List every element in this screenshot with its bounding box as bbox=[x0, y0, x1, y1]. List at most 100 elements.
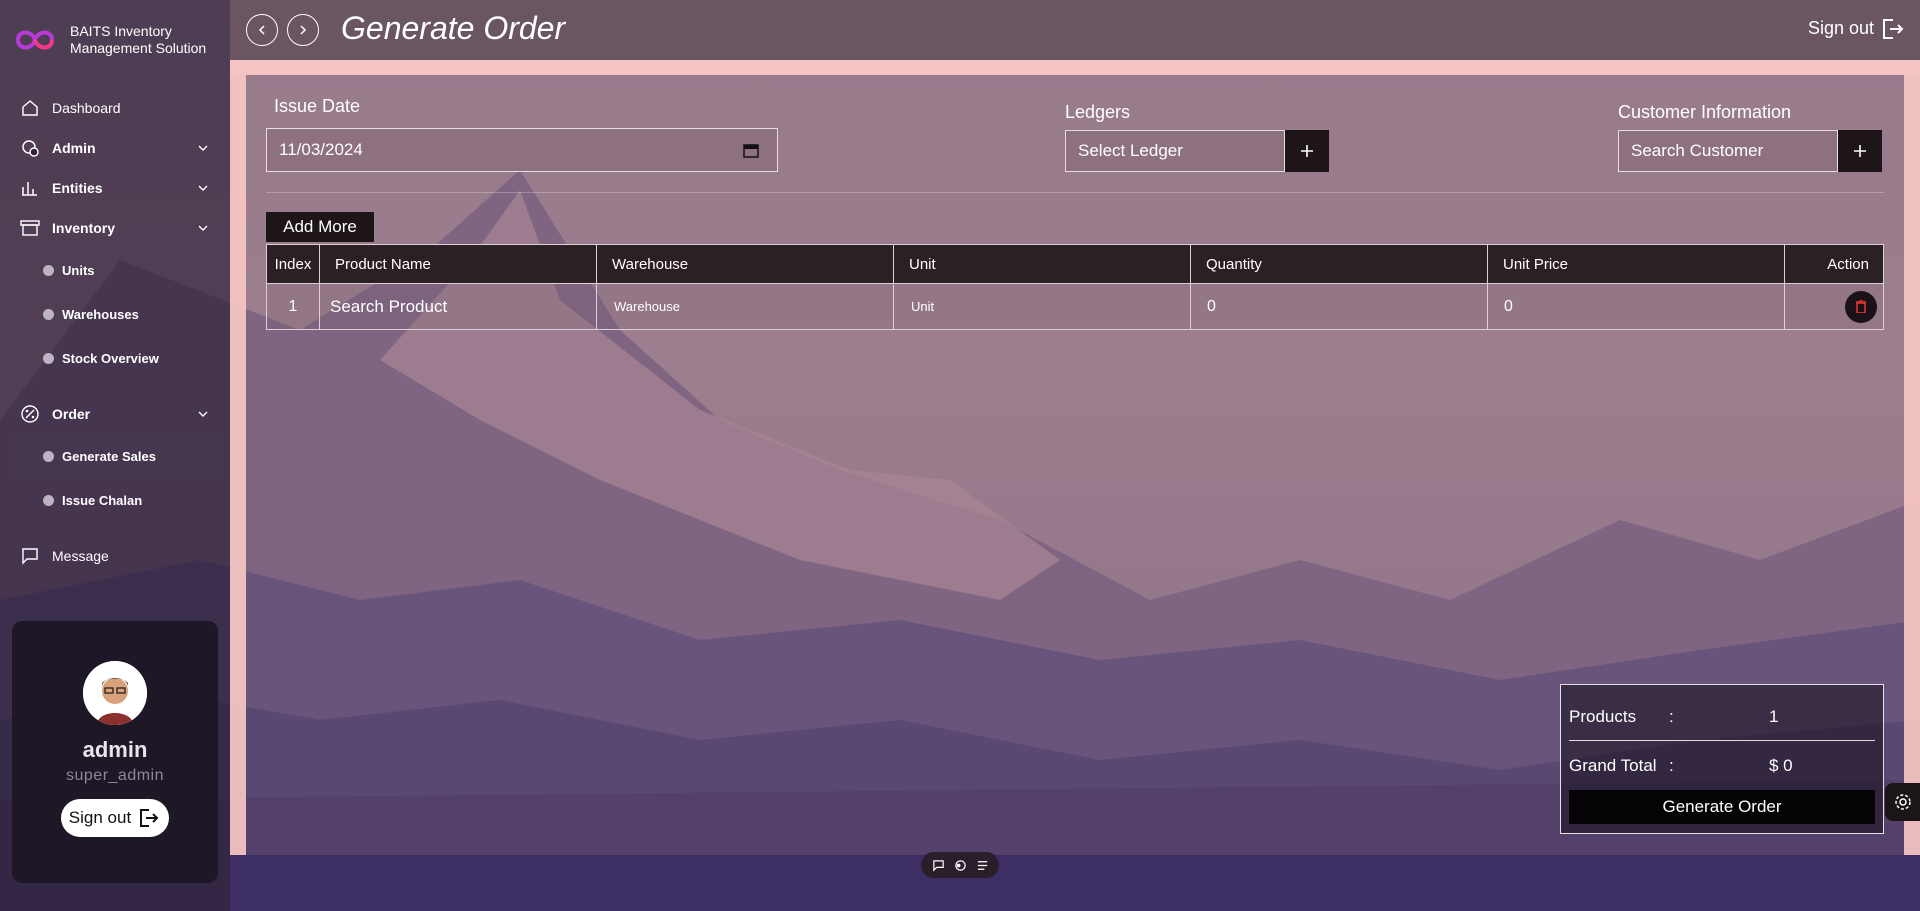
table-header-row: Index Product Name Warehouse Unit Quanti… bbox=[266, 244, 1884, 284]
summary-products-value: 1 bbox=[1769, 707, 1779, 726]
sidebar-subitem-stock-overview[interactable]: Stock Overview bbox=[10, 336, 220, 380]
content-frame-left bbox=[230, 60, 246, 855]
unit-price-input[interactable]: 0 bbox=[1487, 283, 1785, 330]
sidebar-subitem-issue-chalan[interactable]: Issue Chalan bbox=[10, 478, 220, 522]
chevron-down-icon bbox=[198, 185, 208, 191]
bullet-dot-icon bbox=[43, 450, 54, 462]
percent-badge-icon bbox=[20, 404, 40, 424]
header-signout-button[interactable]: Sign out bbox=[1808, 18, 1904, 39]
product-search-input[interactable]: Search Product bbox=[319, 283, 597, 330]
table-row: 1 Search Product Warehouse Unit 0 0 bbox=[266, 283, 1884, 330]
calendar-icon bbox=[743, 144, 759, 158]
sidebar-item-entities[interactable]: Entities bbox=[10, 168, 220, 208]
chevron-down-icon bbox=[198, 225, 208, 231]
bullet-dot-icon bbox=[43, 308, 54, 320]
form-divider bbox=[266, 192, 1884, 193]
chevron-down-icon bbox=[198, 145, 208, 151]
sidebar-item-label: Message bbox=[52, 548, 109, 564]
sidebar-item-label: Admin bbox=[52, 140, 96, 156]
signout-label: Sign out bbox=[68, 808, 132, 827]
sidebar-item-message[interactable]: Message bbox=[10, 536, 220, 576]
column-header-product-name: Product Name bbox=[319, 244, 597, 284]
brand-name: BAITS Inventory Management Solution bbox=[70, 23, 220, 57]
home-icon bbox=[20, 98, 40, 118]
sidebar-subitem-label: Issue Chalan bbox=[62, 492, 143, 508]
top-header: Generate Order Sign out bbox=[230, 0, 1920, 60]
column-header-quantity: Quantity bbox=[1190, 244, 1488, 284]
summary-total-value: $ 0 bbox=[1769, 756, 1793, 775]
menu-lines-icon[interactable] bbox=[976, 859, 989, 872]
sidebar-subitem-generate-sales[interactable]: Generate Sales bbox=[10, 434, 220, 478]
customer-placeholder: Search Customer bbox=[1631, 141, 1764, 160]
plus-icon bbox=[1854, 145, 1866, 157]
sidebar-item-admin[interactable]: Admin bbox=[10, 128, 220, 168]
bar-chart-icon bbox=[20, 178, 40, 198]
sidebar-item-label: Dashboard bbox=[52, 100, 121, 116]
summary-products-label: Products bbox=[1569, 707, 1637, 726]
add-ledger-button[interactable] bbox=[1285, 130, 1329, 172]
trash-icon bbox=[1856, 300, 1866, 313]
sidebar-item-label: Inventory bbox=[52, 220, 116, 236]
order-summary: Products : 1 Grand Total : $ 0 Generate … bbox=[1560, 684, 1884, 834]
sidebar-item-order[interactable]: Order bbox=[10, 394, 220, 434]
chevron-down-icon bbox=[198, 411, 208, 417]
column-header-index: Index bbox=[266, 244, 320, 284]
customer-info-label: Customer Information bbox=[1618, 102, 1792, 122]
customer-search-input[interactable]: Search Customer bbox=[1618, 130, 1838, 172]
bullet-dot-icon bbox=[43, 264, 54, 276]
ledger-select[interactable]: Select Ledger bbox=[1065, 130, 1285, 172]
warehouse-select[interactable]: Warehouse bbox=[596, 283, 894, 330]
unit-select[interactable]: Unit bbox=[893, 283, 1191, 330]
brand-line-2: Management Solution bbox=[70, 40, 207, 56]
admin-gear-icon bbox=[20, 138, 40, 158]
bullet-dot-icon bbox=[43, 352, 54, 364]
settings-button[interactable] bbox=[1885, 783, 1920, 821]
forward-button[interactable] bbox=[287, 14, 319, 46]
archive-box-icon bbox=[20, 218, 40, 238]
logout-icon bbox=[1883, 18, 1904, 39]
sidebar: BAITS Inventory Management Solution Dash… bbox=[0, 0, 230, 911]
sidebar-subitem-label: Stock Overview bbox=[62, 350, 159, 366]
profile-role: super_admin bbox=[66, 767, 164, 784]
profile-card: admin super_admin Sign out bbox=[12, 621, 218, 883]
gear-icon bbox=[1894, 794, 1911, 810]
signout-label: Sign out bbox=[1807, 18, 1874, 38]
sidebar-item-label: Entities bbox=[52, 180, 103, 196]
sidebar-subitem-units[interactable]: Units bbox=[10, 248, 220, 292]
chat-icon[interactable] bbox=[932, 859, 945, 872]
sidebar-subitem-warehouses[interactable]: Warehouses bbox=[10, 292, 220, 336]
ledger-placeholder: Select Ledger bbox=[1078, 141, 1183, 160]
brand: BAITS Inventory Management Solution bbox=[10, 20, 220, 60]
add-more-button[interactable]: Add More bbox=[266, 212, 374, 242]
delete-row-button[interactable] bbox=[1845, 290, 1877, 323]
sidebar-signout-button[interactable]: Sign out bbox=[60, 799, 170, 837]
infinity-logo-icon bbox=[15, 30, 55, 50]
summary-total-row: Grand Total : $ 0 bbox=[1569, 756, 1793, 776]
issue-date-value: 11/03/2024 bbox=[279, 140, 363, 159]
sidebar-item-inventory[interactable]: Inventory bbox=[10, 208, 220, 248]
row-action-cell bbox=[1784, 283, 1884, 330]
summary-total-label: Grand Total bbox=[1569, 756, 1657, 775]
sidebar-item-dashboard[interactable]: Dashboard bbox=[10, 88, 220, 128]
column-header-unit: Unit bbox=[893, 244, 1191, 284]
content-frame-right bbox=[1904, 60, 1920, 855]
column-header-unit-price: Unit Price bbox=[1487, 244, 1785, 284]
add-customer-button[interactable] bbox=[1838, 130, 1882, 172]
toggle-icon[interactable] bbox=[954, 859, 967, 872]
issue-date-input[interactable]: 11/03/2024 bbox=[266, 128, 778, 172]
generate-order-button[interactable]: Generate Order bbox=[1569, 790, 1875, 824]
logout-icon bbox=[140, 809, 159, 827]
back-button[interactable] bbox=[246, 14, 278, 46]
summary-products-row: Products : 1 bbox=[1569, 707, 1778, 727]
quantity-input[interactable]: 0 bbox=[1190, 283, 1488, 330]
summary-divider bbox=[1569, 740, 1875, 741]
row-index: 1 bbox=[266, 283, 320, 330]
avatar bbox=[83, 661, 147, 725]
sidebar-nav: Dashboard Admin Entities Inventory Units… bbox=[10, 88, 220, 576]
ledgers-label: Ledgers bbox=[1065, 102, 1131, 122]
brand-line-1: BAITS Inventory bbox=[70, 23, 172, 39]
profile-name: admin bbox=[82, 737, 148, 762]
order-items-table: Index Product Name Warehouse Unit Quanti… bbox=[266, 244, 1884, 330]
floating-dock bbox=[921, 852, 999, 878]
summary-colon: : bbox=[1669, 756, 1674, 775]
